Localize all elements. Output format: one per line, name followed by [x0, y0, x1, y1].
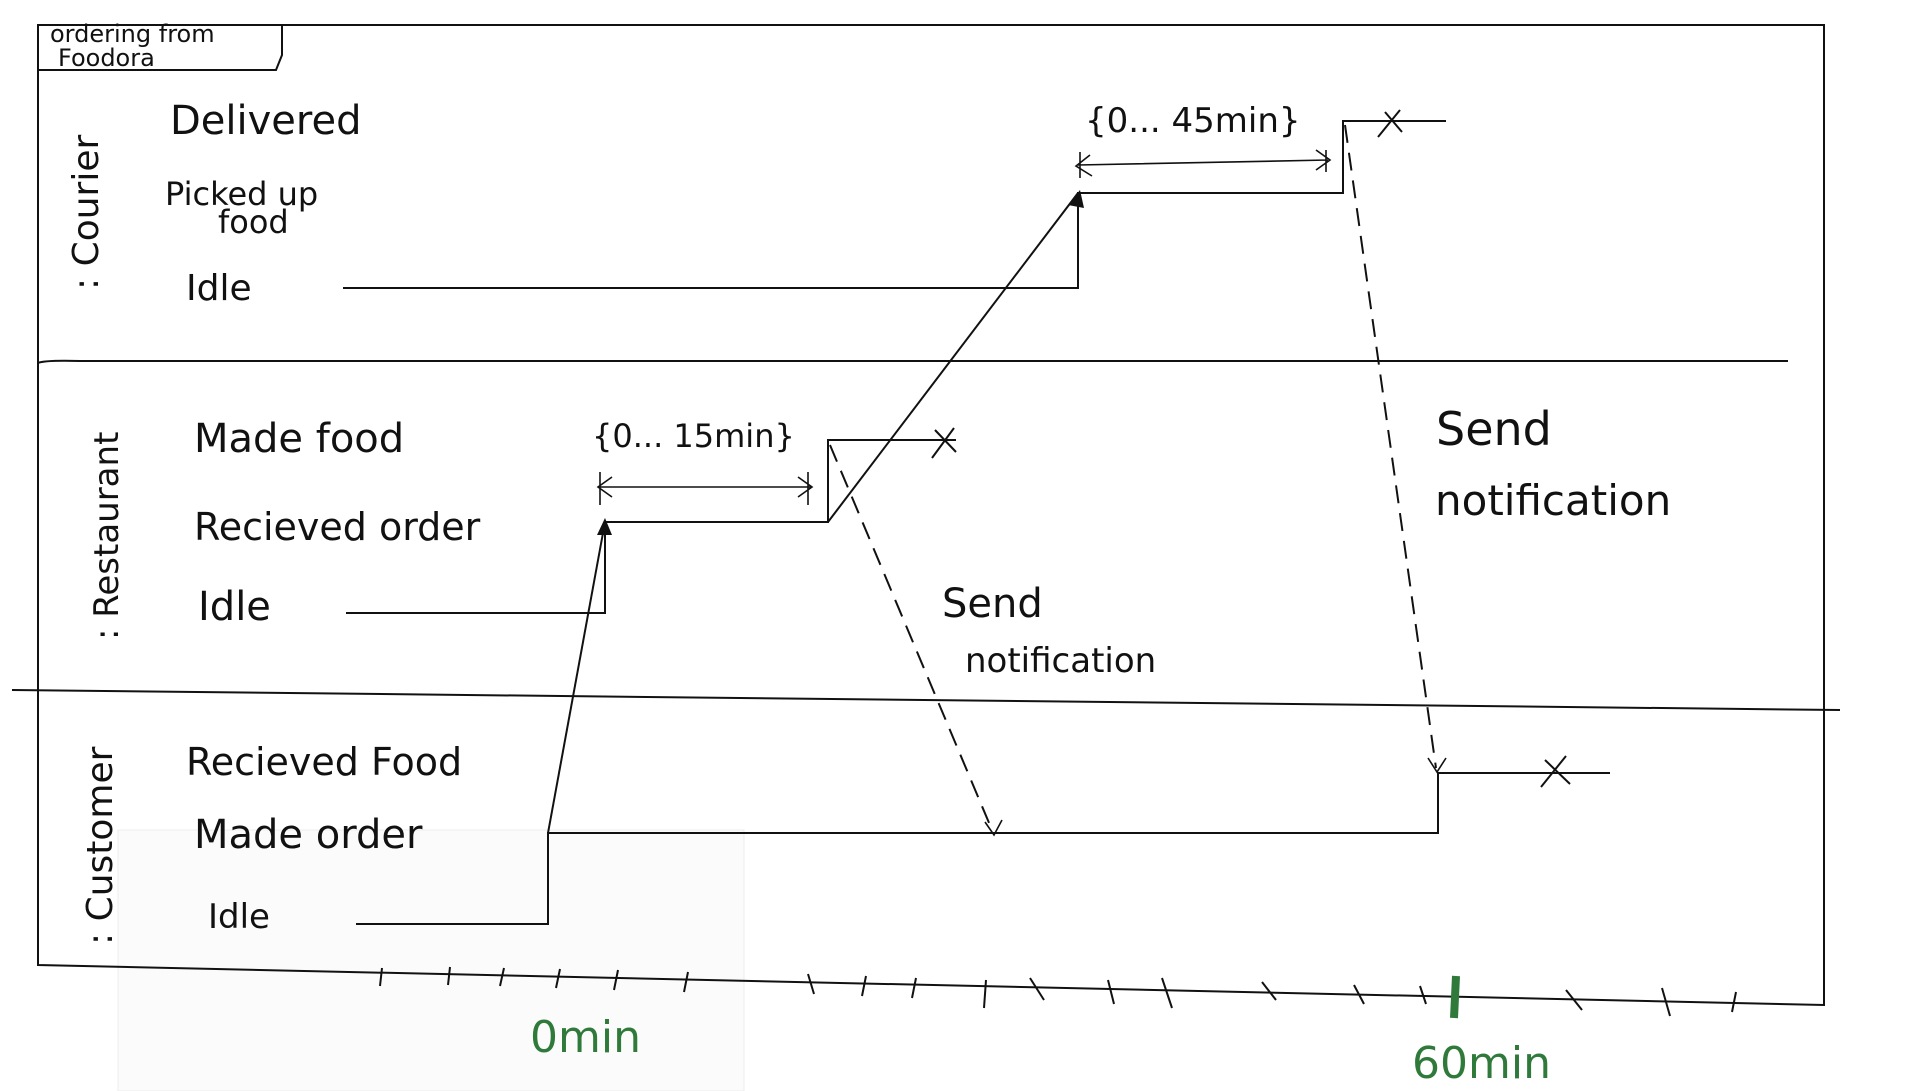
- state-label-customer-received-food: Recieved Food: [186, 740, 462, 784]
- terminate-customer: [1540, 755, 1571, 788]
- state-label-restaurant-idle: Idle: [198, 584, 271, 630]
- time-marker-60min: [1450, 975, 1460, 1019]
- message-arrowhead: [597, 518, 612, 535]
- constraint-label-restaurant: {0... 15min}: [592, 417, 795, 455]
- state-label-customer-idle: Idle: [208, 897, 270, 937]
- terminate-restaurant: [931, 427, 957, 459]
- lane-name-customer: : Customer: [80, 746, 121, 945]
- background-panel: [117, 829, 745, 1091]
- message-restaurant-to-courier: [827, 192, 1079, 523]
- lane-separator-courier-restaurant: [37, 359, 1788, 364]
- message-label-restaurant-notification: notification: [965, 641, 1156, 681]
- message-label-courier-notification: notification: [1435, 476, 1671, 525]
- state-label-courier-food: food: [218, 203, 289, 241]
- state-label-restaurant-made-food: Made food: [194, 416, 404, 462]
- timing-diagram: ordering from Foodora : Courier : Restau…: [11, 20, 1841, 1091]
- message-arrowhead: [1427, 757, 1447, 774]
- state-label-restaurant-received-order: Recieved order: [194, 505, 481, 549]
- lane-name-courier: : Courier: [66, 134, 107, 290]
- message-notification-to-customer: [829, 444, 993, 831]
- frame-title-line2: Foodora: [58, 44, 155, 72]
- time-label-start: 0min: [530, 1012, 641, 1063]
- message-label-restaurant-send: Send: [942, 581, 1043, 627]
- lane-separator-restaurant-customer: [11, 689, 1841, 711]
- terminate-courier: [1377, 109, 1403, 138]
- duration-constraint-restaurant: [596, 472, 814, 505]
- timeline-courier: [343, 120, 1446, 289]
- duration-constraint-courier: [1074, 149, 1332, 178]
- state-label-courier-delivered: Delivered: [170, 98, 361, 144]
- state-label-courier-idle: Idle: [186, 268, 252, 309]
- constraint-label-courier: {0... 45min}: [1085, 101, 1301, 141]
- lane-name-restaurant: : Restaurant: [87, 432, 127, 640]
- message-label-courier-send: Send: [1436, 402, 1552, 456]
- message-delivery-notification: [1344, 124, 1437, 769]
- time-label-end: 60min: [1412, 1038, 1551, 1089]
- state-label-customer-made-order: Made order: [194, 812, 423, 858]
- message-order-to-restaurant: [547, 521, 606, 834]
